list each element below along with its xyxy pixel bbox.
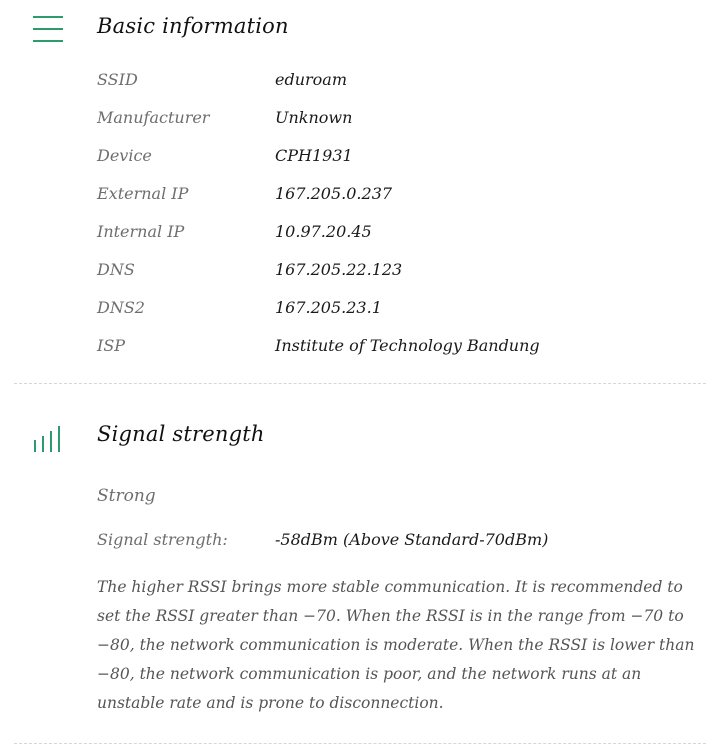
menu-icon[interactable] [33,14,63,48]
basic-info-title: Basic information [97,14,289,38]
info-row-ssid: SSID eduroam [0,70,720,106]
info-row-dns: DNS 167.205.22.123 [0,260,720,296]
info-value: 167.205.23.1 [275,298,382,317]
signal-strength-value: -58dBm (Above Standard-70dBm) [275,530,549,549]
signal-header: Signal strength [0,418,720,458]
info-label: External IP [97,184,189,203]
info-row-internal-ip: Internal IP 10.97.20.45 [0,222,720,258]
signal-bars-icon [33,426,63,456]
signal-title: Signal strength [97,422,265,446]
info-label: DNS [97,260,135,279]
signal-status: Strong [97,486,156,506]
info-row-dns2: DNS2 167.205.23.1 [0,298,720,334]
info-label: Device [97,146,152,165]
info-row-manufacturer: Manufacturer Unknown [0,108,720,144]
info-value: 10.97.20.45 [275,222,372,241]
info-value: Institute of Technology Bandung [275,336,540,355]
signal-description: The higher RSSI brings more stable commu… [97,578,695,712]
info-label: SSID [97,70,138,89]
section-divider [14,743,706,744]
info-label: DNS2 [97,298,145,317]
info-value: 167.205.22.123 [275,260,403,279]
info-value: 167.205.0.237 [275,184,393,203]
info-row-isp: ISP Institute of Technology Bandung [0,336,720,372]
info-label: ISP [97,336,126,355]
info-value: eduroam [275,70,348,89]
signal-strength-label: Signal strength: [97,530,228,549]
info-value: CPH1931 [275,146,353,165]
info-label: Internal IP [97,222,185,241]
section-divider [14,383,706,384]
info-row-device: Device CPH1931 [0,146,720,182]
info-label: Manufacturer [97,108,210,127]
info-row-external-ip: External IP 167.205.0.237 [0,184,720,220]
basic-info-header: Basic information [0,8,720,48]
info-value: Unknown [275,108,353,127]
